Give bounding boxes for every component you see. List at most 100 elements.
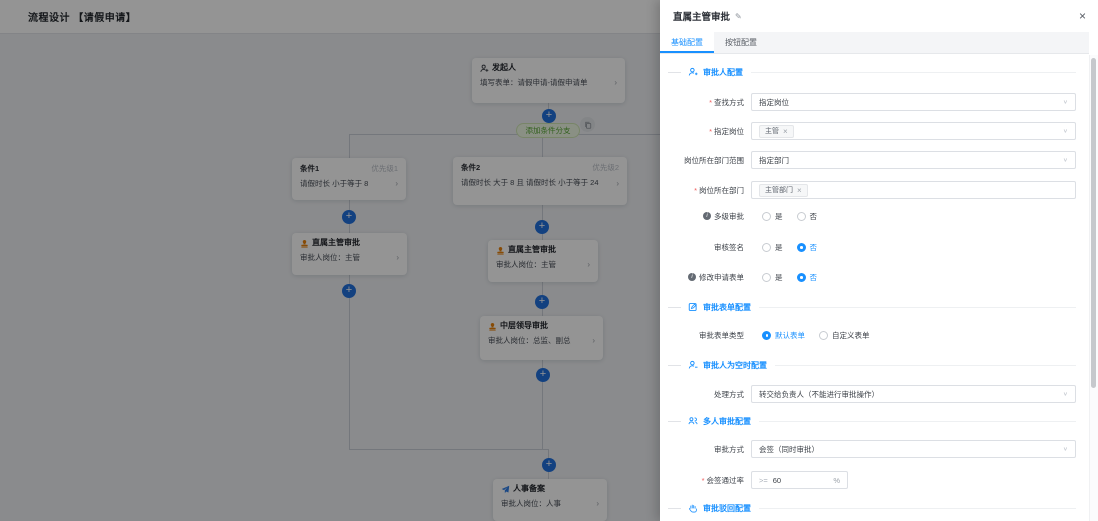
hand-icon	[688, 503, 698, 513]
radio-custom-label[interactable]: 自定义表单	[832, 330, 870, 341]
field-label: * 查找方式	[660, 97, 744, 108]
radio-yes[interactable]	[762, 273, 771, 282]
position-tag: 主管 ×	[759, 125, 794, 138]
section-dash	[668, 307, 681, 308]
row-review-signature: 审核签名 是 否	[660, 238, 1076, 256]
row-find-mode: * 查找方式 指定岗位 ∨	[660, 93, 1076, 111]
radio-yes-label[interactable]: 是	[775, 272, 783, 283]
select-value: 指定岗位	[759, 97, 789, 108]
section-approver-config: 审批人配置	[668, 66, 1076, 78]
row-approval-mode: 审批方式 会签（同时审批） ∨	[660, 440, 1076, 458]
field-label: i 多级审批	[660, 211, 744, 222]
panel-scrollbar-thumb[interactable]	[1091, 58, 1096, 388]
radio-no[interactable]	[797, 273, 806, 282]
form-edit-icon	[688, 302, 698, 312]
edit-title-icon[interactable]: ✎	[735, 12, 742, 21]
field-label: 审批表单类型	[660, 330, 744, 341]
section-dash	[668, 365, 681, 366]
radio-no-label[interactable]: 否	[810, 242, 818, 253]
section-title: 多人审批配置	[703, 416, 751, 427]
section-title: 审批表单配置	[703, 302, 751, 313]
required-mark: *	[709, 127, 712, 136]
panel-scrollbar-track[interactable]	[1089, 55, 1098, 521]
user-icon	[688, 67, 698, 77]
select-value: 会签（同时审批）	[759, 444, 819, 455]
row-assigned-position: * 指定岗位 主管 × ∨	[660, 122, 1076, 140]
row-multi-level: i 多级审批 是 否	[660, 207, 1076, 225]
app-root: 流程设计 【请假申请】 发起人 填写表单：请假申请-请假申请单 › + 添加条件…	[0, 0, 1098, 521]
row-assigned-dept: * 岗位所在部门 主管部门 ×	[660, 181, 1076, 199]
find-mode-select[interactable]: 指定岗位 ∨	[751, 93, 1076, 111]
info-icon[interactable]: i	[703, 212, 711, 220]
dept-scope-select[interactable]: 指定部门 ∨	[751, 151, 1076, 169]
radio-default-label[interactable]: 默认表单	[775, 330, 805, 341]
radio-yes[interactable]	[762, 212, 771, 221]
field-label: * 指定岗位	[660, 126, 744, 137]
close-icon[interactable]: ×	[1079, 10, 1086, 22]
config-panel: 直属主管审批 ✎ × 基础配置 按钮配置 审批人配置 * 查找方式	[660, 0, 1098, 521]
row-form-type: 审批表单类型 默认表单 自定义表单	[660, 326, 1076, 344]
tab-button-config[interactable]: 按钮配置	[714, 32, 768, 53]
tab-basic-config[interactable]: 基础配置	[660, 32, 714, 53]
field-label: i 修改申请表单	[660, 272, 744, 283]
section-dash	[668, 508, 681, 509]
handle-method-select[interactable]: 转交给负责人（不能进行审批操作） ∨	[751, 385, 1076, 403]
required-mark: *	[702, 476, 705, 485]
modify-form-radio-group: 是 否	[762, 272, 831, 283]
info-icon[interactable]: i	[688, 273, 696, 281]
section-title: 审批人为空时配置	[703, 360, 767, 371]
rate-prefix: >=	[759, 476, 768, 485]
dept-tag: 主管部门 ×	[759, 184, 808, 197]
row-dept-scope: 岗位所在部门范围 指定部门 ∨	[660, 151, 1076, 169]
field-label: 处理方式	[660, 389, 744, 400]
pass-rate-input[interactable]: >= 60 %	[751, 471, 848, 489]
panel-tabs: 基础配置 按钮配置	[660, 32, 1089, 54]
row-handle-method: 处理方式 转交给负责人（不能进行审批操作） ∨	[660, 385, 1076, 403]
radio-no[interactable]	[797, 243, 806, 252]
chevron-down-icon: ∨	[1063, 157, 1068, 163]
field-label: * 会签通过率	[660, 475, 744, 486]
chevron-down-icon: ∨	[1063, 128, 1068, 134]
row-pass-rate: * 会签通过率 >= 60 %	[660, 471, 1076, 489]
radio-yes[interactable]	[762, 243, 771, 252]
section-empty-approver-config: 审批人为空时配置	[668, 359, 1076, 371]
user-minus-icon	[688, 360, 698, 370]
rate-suffix: %	[833, 476, 840, 485]
field-label: 岗位所在部门范围	[660, 155, 744, 166]
radio-yes-label[interactable]: 是	[775, 242, 783, 253]
radio-default-form[interactable]	[762, 331, 771, 340]
required-mark: *	[709, 98, 712, 107]
section-line	[759, 421, 1076, 422]
section-title: 审批驳回配置	[703, 503, 751, 514]
approval-mode-select[interactable]: 会签（同时审批） ∨	[751, 440, 1076, 458]
radio-custom-form[interactable]	[819, 331, 828, 340]
section-line	[759, 508, 1076, 509]
section-dash	[668, 421, 681, 422]
dept-multiselect[interactable]: 主管部门 ×	[751, 181, 1076, 199]
section-line	[775, 365, 1076, 366]
tag-close-icon[interactable]: ×	[797, 186, 802, 195]
radio-yes-label[interactable]: 是	[775, 211, 783, 222]
chevron-down-icon: ∨	[1063, 391, 1068, 397]
radio-no[interactable]	[797, 212, 806, 221]
panel-title: 直属主管审批	[673, 9, 730, 23]
section-dash	[668, 72, 681, 73]
select-value: 指定部门	[759, 155, 789, 166]
radio-no-label[interactable]: 否	[810, 211, 818, 222]
tag-close-icon[interactable]: ×	[783, 127, 788, 136]
field-label: 审核签名	[660, 242, 744, 253]
section-form-config: 审批表单配置	[668, 301, 1076, 313]
signature-radio-group: 是 否	[762, 242, 831, 253]
team-icon	[688, 416, 698, 426]
radio-no-label[interactable]: 否	[810, 272, 818, 283]
position-multiselect[interactable]: 主管 × ∨	[751, 122, 1076, 140]
row-modify-form: i 修改申请表单 是 否	[660, 268, 1076, 286]
chevron-down-icon: ∨	[1063, 446, 1068, 452]
required-mark: *	[694, 186, 697, 195]
section-line	[759, 307, 1076, 308]
section-multi-approver-config: 多人审批配置	[668, 415, 1076, 427]
section-title: 审批人配置	[703, 67, 743, 78]
field-label: 审批方式	[660, 444, 744, 455]
field-label: * 岗位所在部门	[660, 185, 744, 196]
rate-value: 60	[773, 476, 781, 485]
